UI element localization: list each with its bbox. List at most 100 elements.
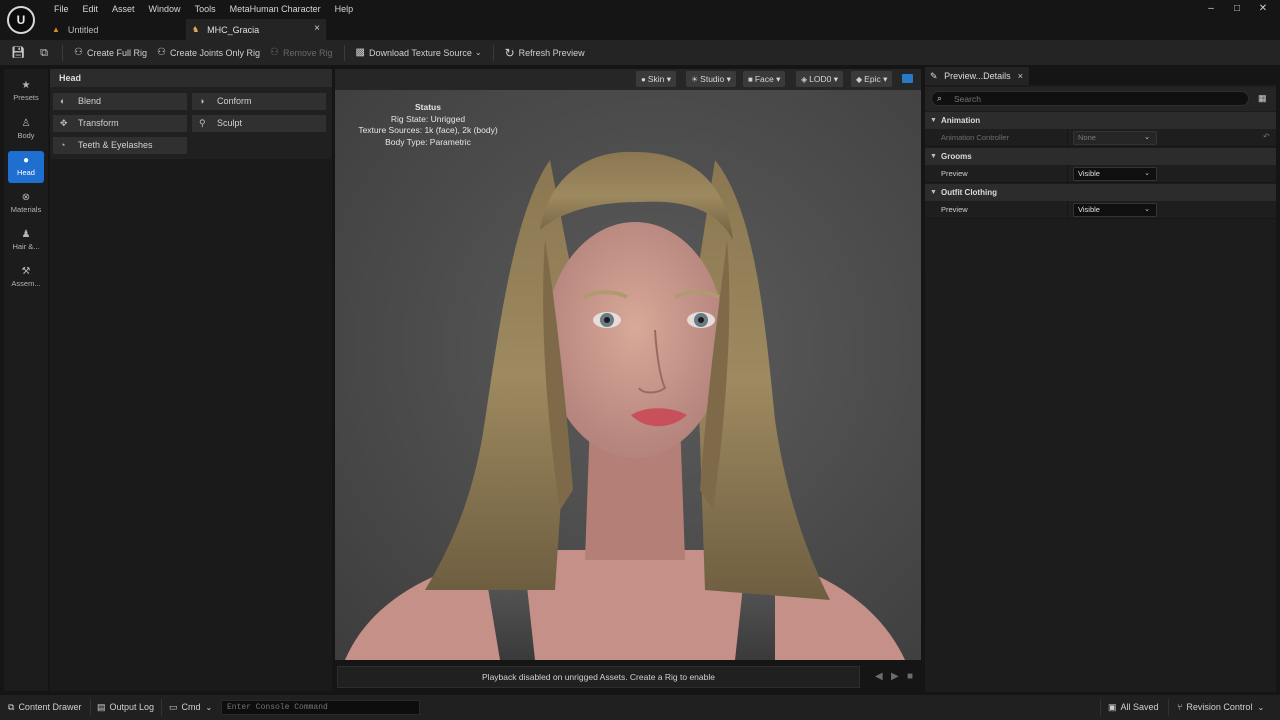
chip-label: Epic (864, 74, 881, 84)
property-divider[interactable] (1067, 129, 1068, 147)
tab-label: Preview...Details (944, 71, 1011, 81)
revision-control-button[interactable]: ⑂ Revision Control ⌄ (1177, 695, 1264, 720)
sculpt-tool-button[interactable]: ⚲ Sculpt (192, 115, 326, 132)
studio-dropdown[interactable]: ☀ Studio ▾ (686, 71, 736, 87)
create-full-rig-button[interactable]: ⚇ Create Full Rig (69, 43, 152, 63)
maximize-button[interactable]: □ (1232, 3, 1242, 15)
category-outfit-clothing[interactable]: ▼ Outfit Clothing (925, 184, 1276, 201)
blend-tool-button[interactable]: ◐ Blend (53, 93, 187, 110)
sidebar-item-head[interactable]: ● Head (8, 151, 44, 183)
menu-metahuman-character[interactable]: MetaHuman Character (223, 4, 328, 15)
toolbar-separator (343, 44, 345, 61)
save-icon[interactable]: 💾︎ (6, 43, 30, 63)
unreal-logo-icon[interactable]: U (7, 6, 35, 34)
grid-view-icon[interactable]: ▦ (1258, 93, 1267, 104)
tab-label: MHC_Gracia (207, 24, 260, 35)
star-icon: ★ (21, 80, 31, 91)
menu-tools[interactable]: Tools (188, 4, 223, 15)
menu-file[interactable]: File (47, 4, 76, 15)
sidebar-item-label: Hair &... (12, 242, 40, 251)
menu-edit[interactable]: Edit (76, 4, 106, 15)
tool-label: Transform (78, 118, 119, 128)
play-reverse-icon[interactable]: ◀ (875, 672, 883, 682)
sidebar-item-assembly[interactable]: ⚒ Assem... (8, 262, 44, 294)
property-label: Animation Controller (941, 133, 1009, 142)
play-icon[interactable]: ▶ (891, 672, 899, 682)
dropdown-value: Visible (1078, 205, 1100, 214)
outfit-preview-dropdown[interactable]: Visible ⌄ (1073, 203, 1157, 217)
close-tab-icon[interactable]: × (1018, 67, 1023, 85)
head-panel: Head ◐ Blend ◑ Conform ✥ Transform ⚲ Scu… (50, 69, 332, 691)
blend-icon: ◐ (60, 96, 66, 106)
quality-dropdown[interactable]: ◆ Epic ▾ (851, 71, 893, 87)
chevron-down-icon: ⌄ (474, 48, 482, 57)
output-log-icon: ▤ (97, 702, 106, 712)
minimize-button[interactable]: – (1206, 3, 1216, 15)
console-command-input[interactable] (221, 700, 420, 715)
keyboard-icon[interactable] (902, 74, 913, 83)
rig-status-overlay: Status Rig State: Unrigged Texture Sourc… (335, 102, 521, 148)
refresh-preview-label: Refresh Preview (518, 47, 585, 58)
sidebar-item-hair[interactable]: ♟ Hair &... (8, 225, 44, 257)
lod-dropdown[interactable]: ◈ LOD0 ▾ (796, 71, 844, 87)
menu-asset[interactable]: Asset (105, 4, 142, 15)
reset-to-default-icon[interactable]: ↶ (1263, 132, 1270, 141)
menu-window[interactable]: Window (142, 4, 188, 15)
download-texture-source-button[interactable]: ▩ Download Texture Source ⌄ (351, 43, 487, 63)
grooms-preview-dropdown[interactable]: Visible ⌄ (1073, 167, 1157, 181)
details-tab-bar: ✎ Preview...Details × (925, 67, 1276, 85)
category-animation[interactable]: ▼ Animation (925, 112, 1276, 129)
tab-preview-details[interactable]: ✎ Preview...Details × (925, 67, 1029, 85)
create-full-rig-label: Create Full Rig (86, 47, 147, 58)
menu-help[interactable]: Help (328, 4, 361, 15)
teeth-icon: ◔ (60, 140, 66, 150)
close-window-button[interactable]: ✕ (1258, 3, 1268, 15)
level-icon: ▲ (52, 25, 60, 34)
face-dropdown[interactable]: ■ Face ▾ (743, 71, 786, 87)
category-label: Grooms (941, 152, 972, 161)
teeth-eyelashes-tool-button[interactable]: ◔ Teeth & Eyelashes (53, 137, 187, 154)
viewport[interactable]: ● Skin ▾ ☀ Studio ▾ ■ Face ▾ ◈ LOD0 ▾ ◆ Epic … (335, 69, 921, 660)
close-tab-icon[interactable]: × (314, 23, 320, 34)
create-joints-only-rig-label: Create Joints Only Rig (169, 47, 261, 58)
all-saved-button[interactable]: ▣ All Saved (1108, 695, 1159, 720)
property-divider[interactable] (1067, 201, 1068, 219)
document-tabs: ▲ Untitled ♞ MHC_Gracia × (46, 19, 326, 40)
sidebar-item-body[interactable]: ♙ Body (8, 114, 44, 146)
skin-icon: ● (641, 75, 646, 84)
tool-label: Conform (217, 96, 252, 106)
status-separator (90, 699, 91, 716)
content-drawer-button[interactable]: ⧉ Content Drawer (8, 695, 81, 720)
tab-mhc-gracia[interactable]: ♞ MHC_Gracia × (186, 19, 326, 40)
property-label: Preview (941, 169, 968, 178)
transform-tool-button[interactable]: ✥ Transform (53, 115, 187, 132)
chevron-down-icon: ⌄ (1144, 134, 1150, 141)
details-search-input[interactable] (931, 91, 1249, 106)
skin-dropdown[interactable]: ● Skin ▾ (636, 71, 677, 87)
transform-icon: ✥ (60, 118, 68, 128)
title-bar: U File Edit Asset Window Tools MetaHuman… (0, 0, 1280, 40)
sidebar-item-presets[interactable]: ★ Presets (8, 76, 44, 108)
category-sidebar: ★ Presets ♙ Body ● Head ⊗ Materials ♟ Ha… (4, 69, 48, 691)
download-texture-source-label: Download Texture Source (368, 47, 472, 58)
sidebar-item-materials[interactable]: ⊗ Materials (8, 188, 44, 220)
cmd-dropdown[interactable]: ▭ Cmd ⌄ (169, 695, 212, 720)
property-outfit-preview: Preview Visible ⌄ (925, 201, 1276, 219)
remove-rig-button[interactable]: ⚇ Remove Rig (265, 43, 338, 63)
sidebar-item-label: Assem... (11, 279, 41, 288)
remove-rig-icon: ⚇ (270, 47, 279, 58)
browse-asset-icon[interactable]: ⧉ (32, 43, 56, 63)
stop-icon[interactable]: ■ (907, 672, 913, 682)
category-grooms[interactable]: ▼ Grooms (925, 148, 1276, 165)
materials-icon: ⊗ (21, 192, 31, 203)
animation-controller-dropdown[interactable]: None ⌄ (1073, 131, 1157, 145)
refresh-preview-button[interactable]: ↻ Refresh Preview (500, 43, 590, 63)
character-preview (335, 90, 921, 660)
body-type-text: Body Type: Parametric (385, 136, 471, 147)
conform-tool-button[interactable]: ◑ Conform (192, 93, 326, 110)
tab-untitled[interactable]: ▲ Untitled (46, 19, 186, 40)
property-divider[interactable] (1067, 165, 1068, 183)
output-log-button[interactable]: ▤ Output Log (97, 695, 154, 720)
all-saved-label: All Saved (1120, 702, 1159, 712)
create-joints-only-rig-button[interactable]: ⚇ Create Joints Only Rig (152, 43, 265, 63)
